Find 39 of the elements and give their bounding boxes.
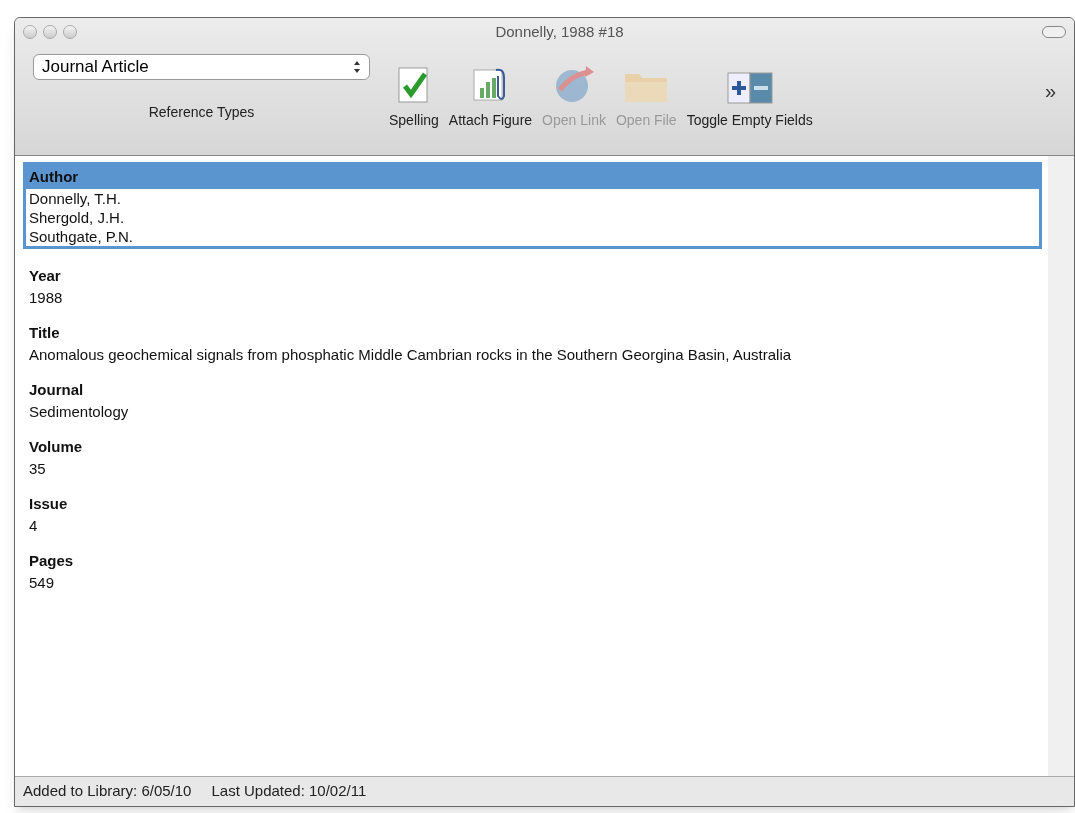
window-title: Donnelly, 1988 #18 (495, 21, 624, 42)
field-value: 4 (29, 516, 39, 535)
field-value: Southgate, P.N. (29, 227, 134, 246)
added-date: Added to Library: 6/05/10 (23, 781, 192, 802)
field-label: Issue (29, 495, 68, 512)
field-panel[interactable]: Year 1988 (23, 261, 1042, 310)
field-label: Year (29, 267, 61, 284)
field-value: 549 (29, 573, 56, 592)
field-panel[interactable]: Journal Sedimentology (23, 375, 1042, 424)
window-control-button[interactable] (43, 25, 57, 39)
field-label: Pages (29, 552, 74, 569)
field-label: Title (29, 324, 60, 341)
field-value: Shergold, J.H. (29, 208, 126, 227)
field-panel[interactable]: Issue 4 (23, 489, 1042, 538)
toolbar-toggle-button[interactable] (1042, 26, 1066, 38)
field-value: 35 (29, 459, 47, 478)
field-label: Journal (29, 381, 84, 398)
window-control-button[interactable] (23, 25, 37, 39)
window-control-button[interactable] (63, 25, 77, 39)
field-label: Author (29, 168, 79, 185)
field-value: Sedimentology (29, 402, 130, 421)
stepper-icon (353, 60, 361, 74)
plus-minus-icon (726, 72, 773, 104)
field-panel[interactable]: Author Donnelly, T.H. Shergold, J.H. Southgate, P.N. (23, 162, 1042, 249)
field-value: 1988 (29, 288, 64, 307)
document-check-icon (396, 66, 431, 104)
toolbar-button[interactable]: Spelling (384, 54, 444, 154)
field-panel[interactable]: Title Anomalous geochemical signals from phosphatic Middle Cambrian rocks in the Southern Georgina Basin, Australia (23, 318, 1042, 367)
toolbar-button[interactable]: Toggle Empty Fields (681, 54, 818, 154)
field-value: Anomalous geochemical signals from phosphatic Middle Cambrian rocks in the Southern Georgina Basin, Australia (29, 345, 793, 364)
toolbar-button[interactable]: Attach Figure (443, 54, 538, 154)
field-panel[interactable]: Volume 35 (23, 432, 1042, 481)
reference-types-label: Reference Types (148, 103, 255, 122)
field-label: Volume (29, 438, 83, 455)
field-value: Donnelly, T.H. (29, 189, 122, 208)
overflow-button[interactable]: » (1044, 76, 1056, 106)
reference-type-select[interactable]: Journal Article (33, 54, 370, 80)
updated-date: Last Updated: 10/02/11 (211, 781, 367, 802)
field-panel[interactable]: Pages 549 (23, 546, 1042, 595)
